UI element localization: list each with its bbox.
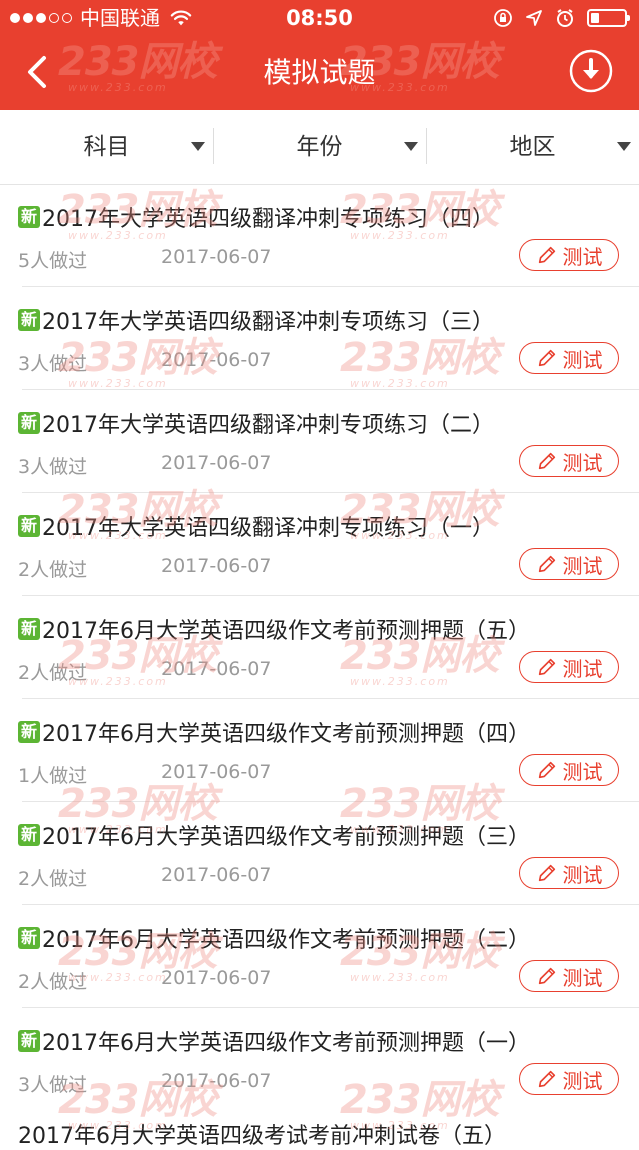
item-title: 2017年大学英语四级翻译冲刺专项练习（三） [42,310,494,335]
list-item[interactable]: 新 2017年6月大学英语四级作文考前预测押题（四） 1人做过 2017-06-… [18,699,639,802]
test-button[interactable]: 测试 [519,960,619,992]
caret-down-icon [617,142,631,151]
item-title: 2017年6月大学英语四级作文考前预测押题（二） [42,928,530,953]
pencil-icon [538,349,555,367]
done-count: 2人做过 [18,662,88,684]
caret-down-icon [404,142,418,151]
item-date: 2017-06-07 [161,967,272,989]
caret-down-icon [191,142,205,151]
test-button-label: 测试 [562,656,603,681]
done-count: 3人做过 [18,1074,88,1096]
item-date: 2017-06-07 [161,864,272,886]
item-title: 2017年6月大学英语四级作文考前预测押题（五） [42,619,530,644]
status-bar: 中国联通 08:50 [0,0,639,36]
done-count: 3人做过 [18,353,88,375]
list-item[interactable]: 新 2017年大学英语四级翻译冲刺专项练习（三） 3人做过 2017-06-07… [18,287,639,390]
new-badge: 新 [18,1030,40,1052]
test-button-label: 测试 [562,553,603,578]
list-item[interactable]: 新 2017年6月大学英语四级作文考前预测押题（五） 2人做过 2017-06-… [18,596,639,699]
test-button-label: 测试 [562,347,603,372]
list-item[interactable]: 新 2017年大学英语四级翻译冲刺专项练习（四） 5人做过 2017-06-07… [18,184,639,287]
test-button[interactable]: 测试 [519,342,619,374]
new-badge: 新 [18,824,40,846]
done-count: 3人做过 [18,456,88,478]
done-count: 2人做过 [18,868,88,890]
test-button-label: 测试 [562,862,603,887]
pencil-icon [538,967,555,985]
done-count: 1人做过 [18,765,88,787]
test-button[interactable]: 测试 [519,754,619,786]
location-arrow-icon [526,10,542,26]
item-date: 2017-06-07 [161,658,272,680]
test-button[interactable]: 测试 [519,1063,619,1095]
test-button[interactable]: 测试 [519,651,619,683]
list-item[interactable]: 新 2017年6月大学英语四级作文考前预测押题（一） 3人做过 2017-06-… [18,1008,639,1110]
test-button-label: 测试 [562,1068,603,1093]
item-date: 2017-06-07 [161,1070,272,1092]
list-item[interactable]: 新 2017年6月大学英语四级作文考前预测押题（二） 2人做过 2017-06-… [18,905,639,1008]
filter-bar: 科目 年份 地区 [0,110,639,185]
partial-list-item-title[interactable]: 2017年6月大学英语四级考试考前冲刺试卷（五） [18,1118,506,1150]
new-badge: 新 [18,618,40,640]
orientation-lock-icon [494,9,512,27]
pencil-icon [538,246,555,264]
done-count: 2人做过 [18,971,88,993]
test-button-label: 测试 [562,244,603,269]
item-date: 2017-06-07 [161,761,272,783]
test-button-label: 测试 [562,965,603,990]
pencil-icon [538,658,555,676]
item-title: 2017年大学英语四级翻译冲刺专项练习（二） [42,413,494,438]
page-title: 模拟试题 [263,56,376,89]
list-item[interactable]: 新 2017年大学英语四级翻译冲刺专项练习（一） 2人做过 2017-06-07… [18,493,639,596]
new-badge: 新 [18,309,40,331]
alarm-icon [557,9,573,27]
filter-year[interactable]: 年份 [213,110,426,184]
item-title: 2017年6月大学英语四级作文考前预测押题（四） [42,722,530,747]
battery-icon [587,9,630,27]
download-icon [569,49,613,93]
item-title: 2017年大学英语四级翻译冲刺专项练习（四） [42,207,494,232]
item-date: 2017-06-07 [161,452,272,474]
pencil-icon [538,1070,555,1088]
done-count: 5人做过 [18,250,88,272]
pencil-icon [538,555,555,573]
test-button-label: 测试 [562,759,603,784]
download-button[interactable] [569,49,613,93]
app-header: 中国联通 08:50 233网校 www.233.com 233网校 www.2… [0,0,639,110]
done-count: 2人做过 [18,559,88,581]
item-title: 2017年6月大学英语四级作文考前预测押题（三） [42,825,530,850]
test-button[interactable]: 测试 [519,548,619,580]
test-button[interactable]: 测试 [519,239,619,271]
pencil-icon [538,761,555,779]
navigation-bar: 模拟试题 [0,36,639,110]
pencil-icon [538,864,555,882]
item-title: 2017年大学英语四级翻译冲刺专项练习（一） [42,516,494,541]
filter-region[interactable]: 地区 [426,110,639,184]
exam-list: 新 2017年大学英语四级翻译冲刺专项练习（四） 5人做过 2017-06-07… [0,184,639,1110]
item-date: 2017-06-07 [161,246,272,268]
pencil-icon [538,452,555,470]
item-date: 2017-06-07 [161,555,272,577]
test-button-label: 测试 [562,450,603,475]
test-button[interactable]: 测试 [519,857,619,889]
new-badge: 新 [18,206,40,228]
new-badge: 新 [18,721,40,743]
new-badge: 新 [18,927,40,949]
item-date: 2017-06-07 [161,349,272,371]
new-badge: 新 [18,412,40,434]
list-item[interactable]: 新 2017年6月大学英语四级作文考前预测押题（三） 2人做过 2017-06-… [18,802,639,905]
test-button[interactable]: 测试 [519,445,619,477]
item-title: 2017年6月大学英语四级作文考前预测押题（一） [42,1031,530,1056]
filter-subject[interactable]: 科目 [0,110,213,184]
new-badge: 新 [18,515,40,537]
list-item[interactable]: 新 2017年大学英语四级翻译冲刺专项练习（二） 3人做过 2017-06-07… [18,390,639,493]
